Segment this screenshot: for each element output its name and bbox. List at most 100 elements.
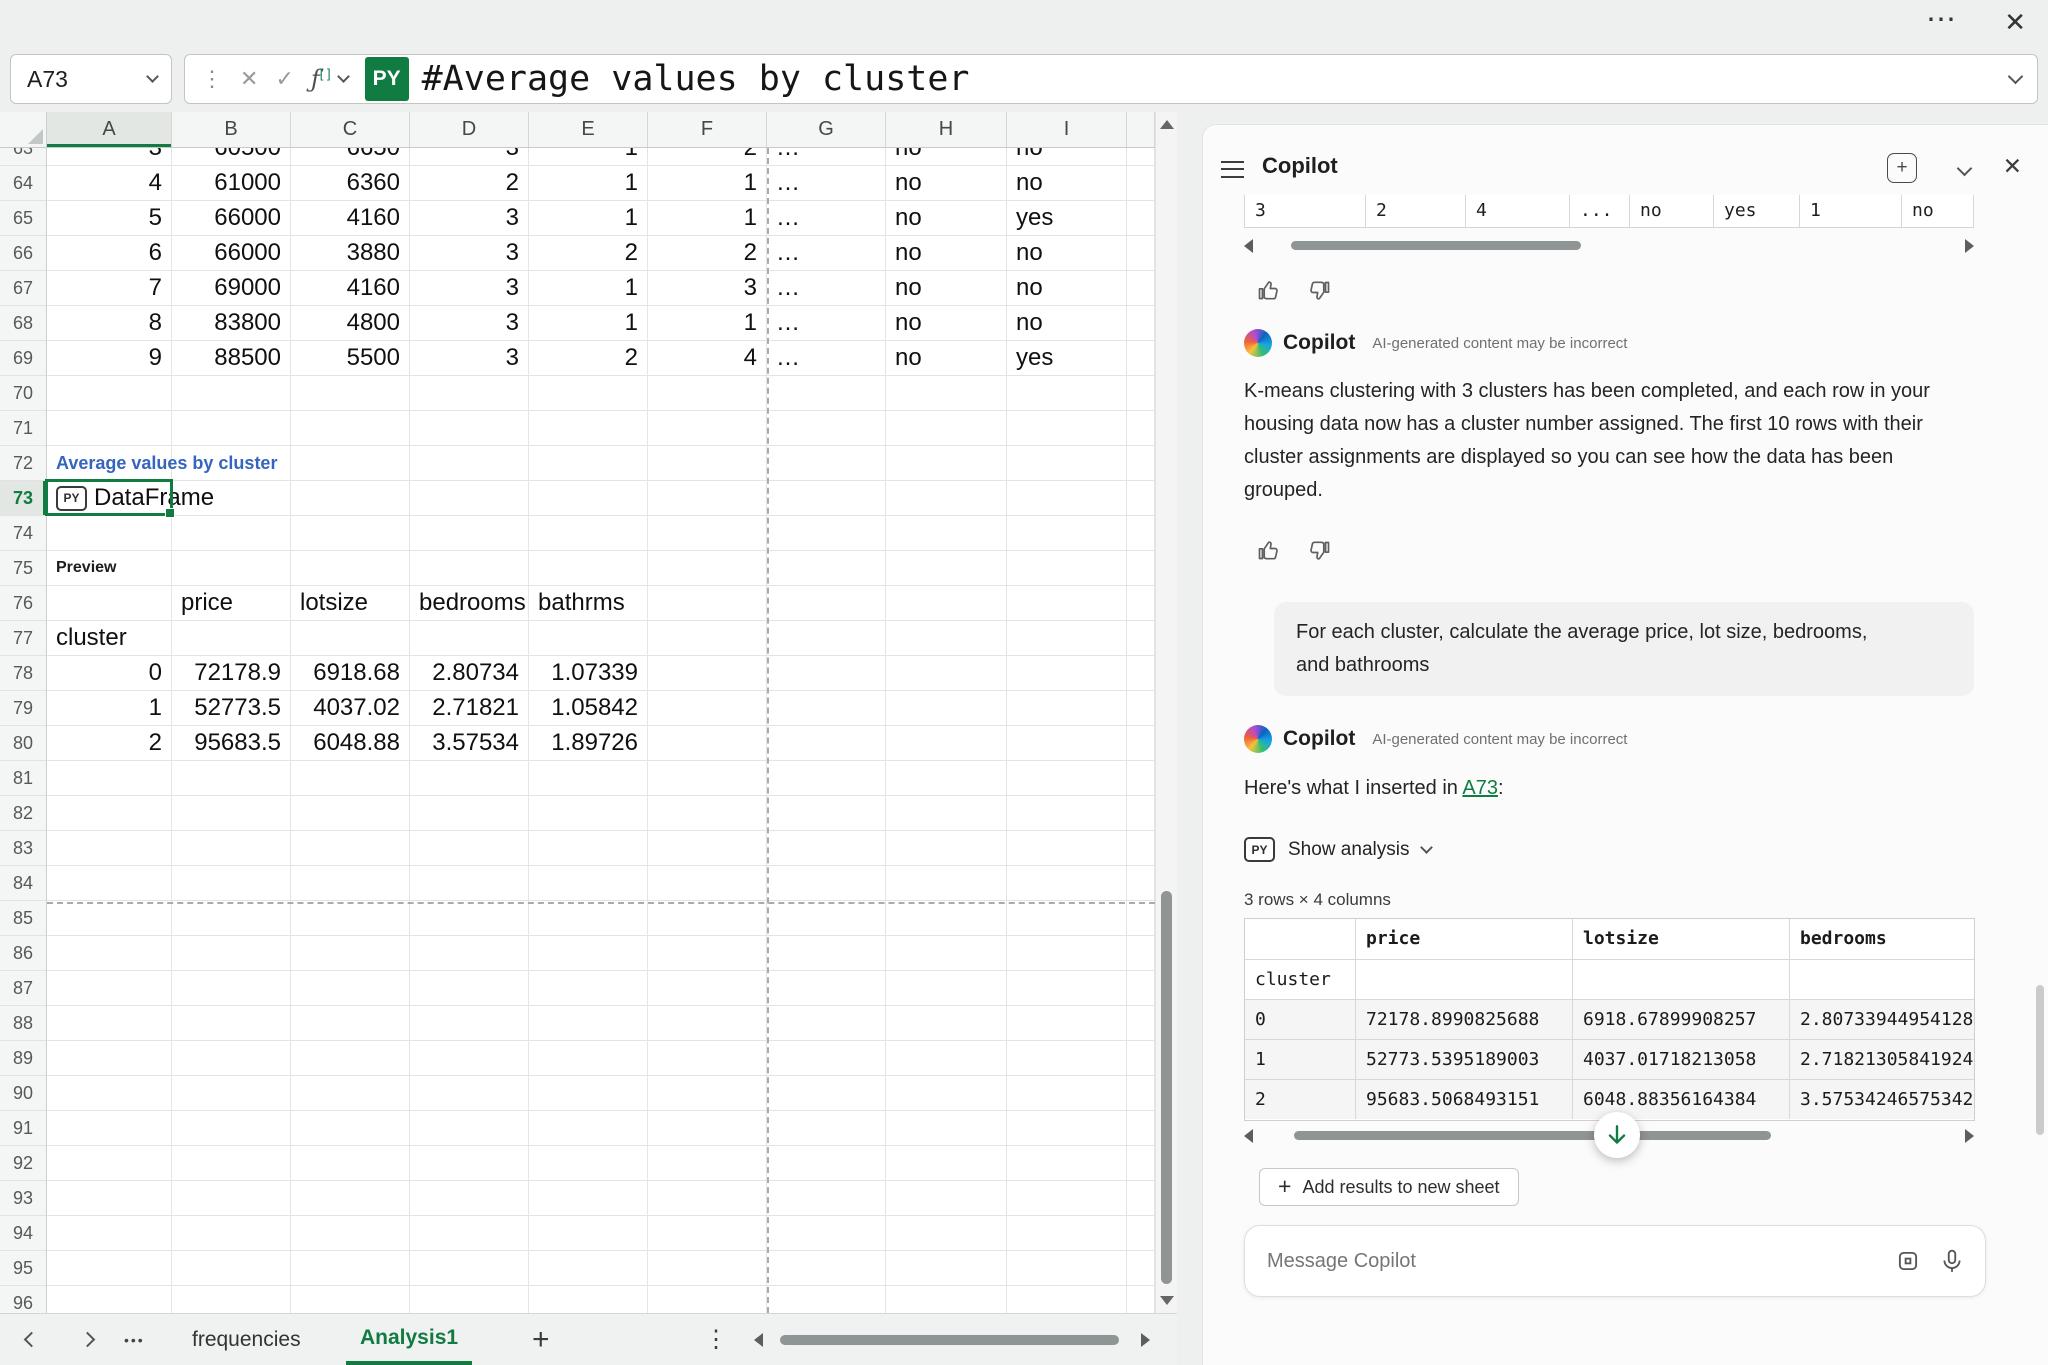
cell-filler-77[interactable] xyxy=(1127,621,1155,656)
cell-I90[interactable] xyxy=(1007,1076,1127,1111)
cell-B95[interactable] xyxy=(172,1251,291,1286)
cell-I70[interactable] xyxy=(1007,376,1127,411)
scroll-up-arrow-icon[interactable] xyxy=(1160,120,1174,129)
cell-B87[interactable] xyxy=(172,971,291,1006)
cell-H69[interactable]: no xyxy=(886,341,1007,376)
cell-C94[interactable] xyxy=(291,1216,410,1251)
cell-C68[interactable]: 4800 xyxy=(291,306,410,341)
cell-H82[interactable] xyxy=(886,796,1007,831)
cell-G92[interactable] xyxy=(767,1146,886,1181)
cell-C93[interactable] xyxy=(291,1181,410,1216)
cell-G67[interactable]: … xyxy=(767,271,886,306)
horizontal-scroll-thumb[interactable] xyxy=(1294,1131,1771,1140)
cell-G77[interactable] xyxy=(767,621,886,656)
column-header-F[interactable]: F xyxy=(648,112,767,147)
cell-G95[interactable] xyxy=(767,1251,886,1286)
cell-G91[interactable] xyxy=(767,1111,886,1146)
row-header-68[interactable]: 68 xyxy=(0,306,47,341)
cell-E80[interactable]: 1.89726 xyxy=(529,726,648,761)
cell-filler-64[interactable] xyxy=(1127,166,1155,201)
cell-E77[interactable] xyxy=(529,621,648,656)
cell-C71[interactable] xyxy=(291,411,410,446)
thumbs-down-icon[interactable] xyxy=(1306,277,1333,304)
cell-G79[interactable] xyxy=(767,691,886,726)
cell-I84[interactable] xyxy=(1007,866,1127,901)
cell-G76[interactable] xyxy=(767,586,886,621)
cell-C78[interactable]: 6918.68 xyxy=(291,656,410,691)
cell-C86[interactable] xyxy=(291,936,410,971)
cell-D65[interactable]: 3 xyxy=(410,201,529,236)
cell-E68[interactable]: 1 xyxy=(529,306,648,341)
cell-B89[interactable] xyxy=(172,1041,291,1076)
cell-filler-92[interactable] xyxy=(1127,1146,1155,1181)
scroll-left-arrow-icon[interactable] xyxy=(1244,239,1253,253)
cell-E94[interactable] xyxy=(529,1216,648,1251)
cell-C83[interactable] xyxy=(291,831,410,866)
cell-E93[interactable] xyxy=(529,1181,648,1216)
cell-G83[interactable] xyxy=(767,831,886,866)
cell-F91[interactable] xyxy=(648,1111,767,1146)
cell-H65[interactable]: no xyxy=(886,201,1007,236)
row-header-87[interactable]: 87 xyxy=(0,971,47,1006)
function-chevron-icon[interactable] xyxy=(337,70,350,83)
cell-F81[interactable] xyxy=(648,761,767,796)
cell-I91[interactable] xyxy=(1007,1111,1127,1146)
cell-F94[interactable] xyxy=(648,1216,767,1251)
row-header-75[interactable]: 75 xyxy=(0,551,47,586)
cell-F96[interactable] xyxy=(648,1286,767,1313)
cell-E70[interactable] xyxy=(529,376,648,411)
cell-D77[interactable] xyxy=(410,621,529,656)
cell-H72[interactable] xyxy=(886,446,1007,481)
cell-A76[interactable] xyxy=(47,586,172,621)
cell-I79[interactable] xyxy=(1007,691,1127,726)
cell-A89[interactable] xyxy=(47,1041,172,1076)
name-box[interactable]: A73 xyxy=(10,54,172,104)
scroll-right-arrow-icon[interactable] xyxy=(1141,1333,1150,1347)
cell-E75[interactable] xyxy=(529,551,648,586)
cell-filler-81[interactable] xyxy=(1127,761,1155,796)
cell-D88[interactable] xyxy=(410,1006,529,1041)
cell-G84[interactable] xyxy=(767,866,886,901)
agents-icon[interactable] xyxy=(1895,1248,1921,1274)
cell-G90[interactable] xyxy=(767,1076,886,1111)
cell-I65[interactable]: yes xyxy=(1007,201,1127,236)
cell-B63[interactable]: 60500 xyxy=(172,148,291,166)
cell-E84[interactable] xyxy=(529,866,648,901)
cell-G86[interactable] xyxy=(767,936,886,971)
row-header-63[interactable]: 63 xyxy=(0,148,47,166)
cell-filler-91[interactable] xyxy=(1127,1111,1155,1146)
cell-E65[interactable]: 1 xyxy=(529,201,648,236)
cell-B67[interactable]: 69000 xyxy=(172,271,291,306)
cell-A64[interactable]: 4 xyxy=(47,166,172,201)
sheet-menu-button[interactable]: ⋮ xyxy=(704,1314,728,1365)
cell-I77[interactable] xyxy=(1007,621,1127,656)
cell-A78[interactable]: 0 xyxy=(47,656,172,691)
cell-A79[interactable]: 1 xyxy=(47,691,172,726)
cell-B92[interactable] xyxy=(172,1146,291,1181)
cell-H75[interactable] xyxy=(886,551,1007,586)
row-header-79[interactable]: 79 xyxy=(0,691,47,726)
hamburger-menu-icon[interactable] xyxy=(1221,161,1244,178)
cell-C72[interactable] xyxy=(291,446,410,481)
column-header-A[interactable]: A xyxy=(47,112,172,147)
cell-F87[interactable] xyxy=(648,971,767,1006)
vertical-scroll-thumb[interactable] xyxy=(1161,891,1172,1284)
cell-filler-66[interactable] xyxy=(1127,236,1155,271)
cell-C81[interactable] xyxy=(291,761,410,796)
cell-filler-67[interactable] xyxy=(1127,271,1155,306)
row-header-77[interactable]: 77 xyxy=(0,621,47,656)
cell-A74[interactable] xyxy=(47,516,172,551)
cell-filler-80[interactable] xyxy=(1127,726,1155,761)
cell-H95[interactable] xyxy=(886,1251,1007,1286)
cell-D78[interactable]: 2.80734 xyxy=(410,656,529,691)
row-header-65[interactable]: 65 xyxy=(0,201,47,236)
cell-G82[interactable] xyxy=(767,796,886,831)
insert-function-icon[interactable]: ƒ[ ] xyxy=(311,67,331,91)
cell-I80[interactable] xyxy=(1007,726,1127,761)
row-header-81[interactable]: 81 xyxy=(0,761,47,796)
cell-B94[interactable] xyxy=(172,1216,291,1251)
cell-C80[interactable]: 6048.88 xyxy=(291,726,410,761)
cell-G87[interactable] xyxy=(767,971,886,1006)
cell-E78[interactable]: 1.07339 xyxy=(529,656,648,691)
cell-E67[interactable]: 1 xyxy=(529,271,648,306)
